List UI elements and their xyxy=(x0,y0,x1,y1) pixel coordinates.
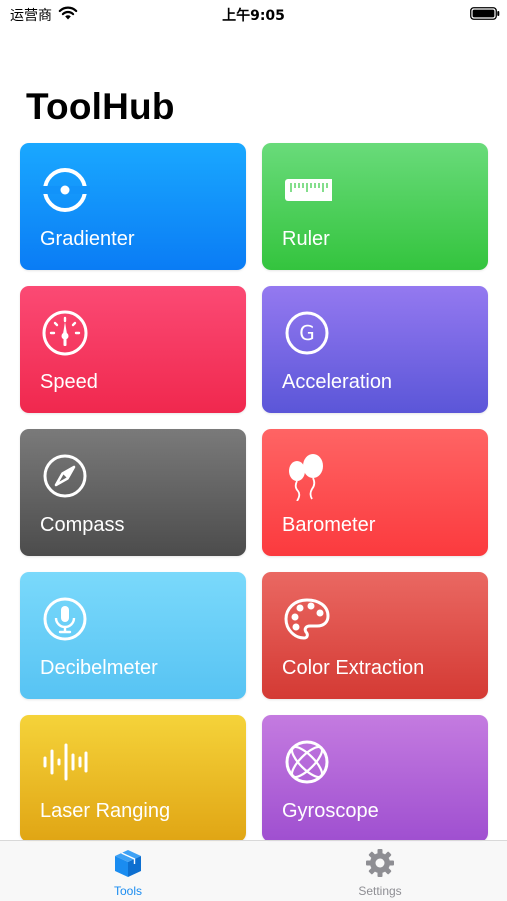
status-time: 上午9:05 xyxy=(222,8,285,24)
tile-color-extraction[interactable]: Color Extraction xyxy=(262,572,488,699)
tab-label: Settings xyxy=(358,884,402,898)
tool-grid: Gradienter Ruler Speed G Acceleration Co… xyxy=(20,143,488,842)
tile-gradienter[interactable]: Gradienter xyxy=(20,143,246,270)
tile-label: Acceleration xyxy=(282,371,393,393)
compass-icon xyxy=(43,454,87,498)
tile-speed[interactable]: Speed xyxy=(20,286,246,413)
palette-icon xyxy=(284,598,330,640)
tile-label: Barometer xyxy=(282,514,376,536)
tile-compass[interactable]: Compass xyxy=(20,429,246,556)
tile-label: Gyroscope xyxy=(282,800,379,822)
tile-decibelmeter[interactable]: Decibelmeter xyxy=(20,572,246,699)
tile-ruler[interactable]: Ruler xyxy=(262,143,488,270)
ruler-icon xyxy=(285,179,332,201)
status-bar: 运营商 上午9:05 xyxy=(0,0,507,28)
speedometer-icon xyxy=(42,310,88,356)
gear-icon xyxy=(366,849,394,877)
tab-bar: Tools Settings xyxy=(0,840,507,901)
tile-label: Gradienter xyxy=(40,228,135,250)
tab-tools[interactable]: Tools xyxy=(68,841,188,901)
g-circle-icon: G xyxy=(285,311,329,355)
tab-label: Tools xyxy=(113,884,142,898)
microphone-icon xyxy=(43,597,87,641)
battery-icon xyxy=(470,7,500,20)
tile-label: Compass xyxy=(40,514,125,536)
waveform-icon xyxy=(43,743,88,781)
page-title: ToolHub xyxy=(26,86,175,127)
tile-label: Decibelmeter xyxy=(40,657,158,679)
tile-label: Color Extraction xyxy=(282,657,425,679)
tile-label: Laser Ranging xyxy=(40,800,171,822)
svg-text:G: G xyxy=(299,321,315,345)
tile-label: Speed xyxy=(40,371,98,393)
tile-acceleration[interactable]: G Acceleration xyxy=(262,286,488,413)
tile-laser-ranging[interactable]: Laser Ranging xyxy=(20,715,246,842)
tile-barometer[interactable]: Barometer xyxy=(262,429,488,556)
tile-gyroscope[interactable]: Gyroscope xyxy=(262,715,488,842)
balloons-icon xyxy=(289,454,323,501)
cube-icon xyxy=(115,850,141,877)
gradienter-icon xyxy=(40,168,90,212)
gyroscope-icon xyxy=(285,740,329,784)
tab-settings[interactable]: Settings xyxy=(320,841,440,901)
tile-label: Ruler xyxy=(282,228,330,250)
